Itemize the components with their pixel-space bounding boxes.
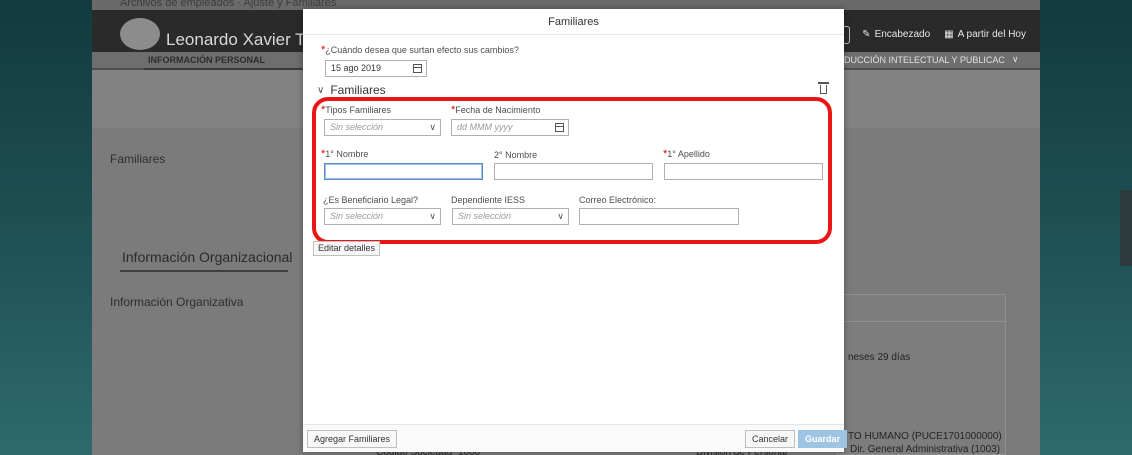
cancel-button[interactable]: Cancelar	[745, 430, 796, 448]
nav-tab-produccion[interactable]: DUCCIÓN INTELECTUAL Y PUBLICAC	[844, 55, 1005, 65]
chevron-down-icon[interactable]: ∨	[1012, 54, 1019, 65]
effect-question-label: *¿Cuándo desea que surtan efecto sus cam…	[321, 44, 519, 56]
chevron-down-icon: ∨	[429, 211, 436, 221]
nav-tab-info-personal[interactable]: INFORMACIÓN PERSONAL	[148, 55, 265, 65]
header-actions: ✎ Encabezado ▦ A partir del Hoy	[862, 29, 1026, 40]
familiares-section-header[interactable]: ∨ Familiares	[317, 83, 386, 97]
dialog-footer: Agregar Familiares Cancelar Guardar	[303, 424, 848, 452]
pencil-icon: ✎	[862, 29, 871, 40]
tipos-familiares-select[interactable]: Sin selección ∨	[324, 119, 441, 136]
left-background-panel	[0, 0, 92, 455]
card-division-text: Dir. General Administrativa (1003)	[850, 444, 1001, 455]
apellido1-input[interactable]	[664, 163, 823, 180]
fecha-nacimiento-input[interactable]: dd MMM yyyy	[451, 119, 569, 136]
employee-name: Leonardo Xavier Ta	[166, 30, 314, 49]
dependiente-label: Dependiente IESS	[451, 195, 526, 205]
background-section-org-info: Información Organizativa	[110, 295, 244, 309]
card-talento-text: TO HUMANO (PUCE1701000000)	[848, 431, 1002, 442]
card-divider	[837, 321, 1007, 322]
beneficiario-select[interactable]: Sin selección ∨	[324, 208, 441, 225]
background-section-org: Información Organizacional	[122, 249, 293, 265]
dialog-title: Familiares	[303, 9, 844, 35]
header-action-encabezado[interactable]: ✎ Encabezado	[862, 29, 930, 40]
effect-date-input[interactable]: 15 ago 2019	[325, 60, 427, 77]
tipos-familiares-label: *Tipos Familiares	[321, 104, 391, 116]
nombre2-input[interactable]	[494, 163, 653, 180]
edit-details-button[interactable]: Editar detalles	[313, 241, 381, 256]
background-org-underline	[120, 270, 288, 272]
calendar-icon[interactable]	[413, 64, 422, 73]
chevron-down-icon[interactable]: ∨	[317, 85, 324, 96]
avatar	[120, 18, 160, 50]
right-background-panel	[1040, 0, 1132, 455]
nombre1-input[interactable]	[324, 163, 483, 180]
chevron-down-icon: ∨	[429, 122, 436, 132]
correo-input[interactable]	[579, 208, 739, 225]
calendar-icon[interactable]	[555, 123, 564, 132]
calendar-icon: ▦	[944, 29, 954, 40]
correo-label: Correo Electrónico:	[579, 195, 657, 205]
card-months-text: neses 29 días	[848, 352, 911, 363]
fecha-nacimiento-label: *Fecha de Nacimiento	[451, 104, 541, 116]
beneficiario-label: ¿Es Beneficiario Legal?	[323, 195, 419, 205]
chevron-down-icon: ∨	[557, 211, 564, 221]
dependiente-select[interactable]: Sin selección ∨	[452, 208, 569, 225]
apellido1-label: *1° Apellido	[663, 148, 710, 160]
nombre1-label: *1° Nombre	[321, 148, 369, 160]
background-section-familiares: Familiares	[110, 152, 166, 166]
side-feedback-tab[interactable]	[1120, 190, 1132, 266]
add-familiares-button[interactable]: Agregar Familiares	[307, 430, 398, 448]
save-button[interactable]: Guardar	[798, 430, 848, 448]
trash-icon[interactable]	[818, 82, 829, 94]
header-action-date[interactable]: ▦ A partir del Hoy	[944, 29, 1026, 40]
familiares-dialog: Familiares *¿Cuándo desea que surtan efe…	[303, 9, 848, 452]
nombre2-label: 2° Nombre	[494, 150, 538, 160]
